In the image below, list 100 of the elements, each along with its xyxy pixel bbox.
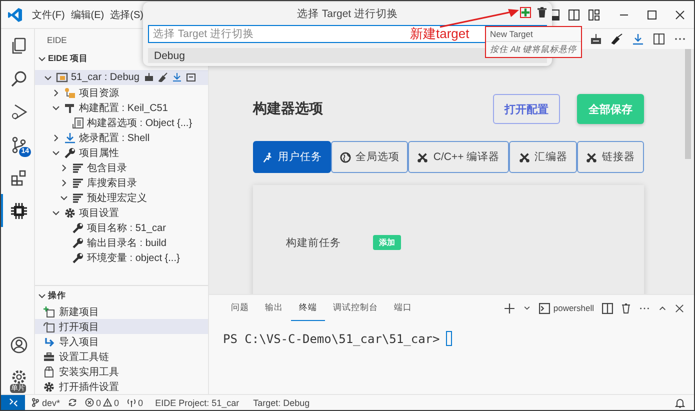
resources-icon (64, 86, 76, 98)
source-control-icon[interactable] (10, 136, 28, 154)
action-item[interactable]: 安装实用工具 (35, 364, 208, 379)
tree-item[interactable]: 项目名称 : 51_car (35, 220, 208, 235)
running-figure-icon (262, 152, 273, 162)
panel-tab[interactable]: 调试控制台 (325, 295, 386, 321)
terminal-icon (539, 302, 550, 314)
wrench-icon (72, 236, 84, 248)
plus-icon (521, 8, 530, 17)
menu-item[interactable]: 编辑(E) (68, 8, 108, 22)
terminal-profile[interactable]: powershell (539, 302, 594, 314)
ports-status[interactable]: 0 (127, 398, 144, 408)
files-icon[interactable] (10, 36, 28, 54)
remote-button[interactable] (1, 395, 25, 410)
annotation-label: 新建target (410, 25, 470, 43)
menu-item[interactable]: 文件(F) (29, 8, 68, 22)
clean-icon[interactable] (611, 33, 623, 45)
section-title[interactable]: 操作 (48, 290, 66, 302)
panel-tab[interactable]: 端口 (386, 295, 420, 321)
tools-icon (417, 152, 428, 162)
gear-icon (64, 206, 76, 218)
tree-item[interactable]: 51_car : Debug (35, 70, 208, 85)
sidebar-title: EIDE (47, 35, 67, 45)
problems-status[interactable]: 0 0 (85, 398, 120, 408)
wrench-icon (72, 222, 84, 234)
panel-tab[interactable]: 问题 (223, 295, 257, 321)
sync-icon[interactable] (68, 398, 78, 407)
search-icon[interactable] (10, 70, 28, 88)
tools-icon (518, 152, 530, 162)
bell-icon[interactable] (675, 398, 685, 408)
tooltip-title: New Target (489, 28, 534, 41)
panel-tab[interactable]: 终端 (291, 295, 325, 321)
extensions-icon[interactable] (10, 168, 28, 186)
picker-title: 选择 Target 进行切换 (296, 6, 398, 20)
menu-item[interactable]: 选择(S) (107, 8, 146, 22)
tab[interactable]: 汇编器 (509, 141, 577, 173)
status-item[interactable]: Target: Debug (253, 398, 310, 408)
chevron-down-icon[interactable] (523, 304, 532, 312)
tree-item[interactable]: 项目资源 (35, 85, 208, 100)
download-icon[interactable] (172, 72, 182, 82)
split-editor-icon[interactable] (653, 33, 665, 45)
run-debug-icon[interactable] (10, 102, 28, 120)
tree-item[interactable]: 包含目录 (35, 160, 208, 175)
lines-icon (72, 162, 84, 174)
warning-icon (103, 398, 112, 407)
tab[interactable]: 用户任务 (253, 141, 331, 173)
branch-status[interactable]: dev* (31, 398, 60, 408)
status-item[interactable]: EIDE Project: 51_car (155, 398, 240, 408)
action-item[interactable]: 新建项目 (35, 304, 208, 319)
trash-icon[interactable] (621, 302, 631, 314)
action-item[interactable]: 打开插件设置 (35, 379, 208, 394)
tree-item[interactable]: 库搜索目录 (35, 175, 208, 190)
text-cursor (446, 331, 452, 346)
toolbox-icon (43, 350, 55, 362)
download-icon[interactable] (632, 33, 644, 45)
tab[interactable]: 全局选项 (331, 141, 408, 173)
remote-icon (8, 398, 18, 407)
tree-item[interactable]: 项目设置 (35, 205, 208, 220)
tree-item[interactable]: 输出目录名 : build (35, 235, 208, 250)
antenna-icon (127, 398, 136, 407)
panel-tab[interactable]: 输出 (257, 295, 291, 321)
tree-item[interactable]: 项目属性 (35, 145, 208, 160)
import-arrow-icon (43, 336, 55, 348)
customize-layout-icon[interactable] (588, 8, 600, 20)
tree-item[interactable]: 构建配置 : Keil_C51 (35, 100, 208, 115)
open-config-button[interactable]: 打开配置 (493, 94, 560, 124)
tree-item[interactable]: 烧录配置 : Shell (35, 130, 208, 145)
account-icon[interactable] (10, 336, 28, 354)
split-layout-icon[interactable] (568, 8, 580, 20)
open-project-icon (43, 320, 55, 332)
tab[interactable]: C/C++ 编译器 (408, 141, 509, 173)
new-target-button[interactable] (520, 7, 531, 18)
document-icon (72, 116, 84, 128)
tree-item[interactable]: 预处理宏定义 (35, 190, 208, 205)
tree-item[interactable]: 环境变量 : object {...} (35, 250, 208, 265)
section-title[interactable]: EIDE 项目 (48, 53, 88, 65)
new-project-icon (43, 306, 55, 318)
tooltip-hint: 按住 Alt 键将鼠标悬停 (486, 41, 581, 58)
lines-icon (72, 192, 84, 204)
project-icon (56, 72, 68, 84)
action-item[interactable]: 导入项目 (35, 334, 208, 349)
split-terminal-icon[interactable] (602, 302, 613, 314)
lines-icon (72, 176, 84, 188)
download-icon (64, 132, 76, 144)
clean-icon[interactable] (158, 72, 168, 82)
wrench-icon (64, 146, 76, 158)
globe-icon (340, 152, 350, 162)
tree-item[interactable]: 构建器选项 : Object {...} (35, 115, 208, 130)
page-heading: 构建器选项 (253, 100, 324, 118)
close-icon[interactable] (675, 304, 684, 312)
trash-icon[interactable] (537, 7, 547, 18)
maximize-icon[interactable] (647, 10, 657, 20)
close-icon[interactable] (675, 10, 685, 20)
package-icon (43, 366, 55, 378)
chip-icon[interactable] (10, 202, 28, 220)
tab[interactable]: 链接器 (577, 141, 644, 173)
action-item[interactable]: 打开项目 (35, 319, 208, 334)
action-item[interactable]: 设置工具链 (35, 349, 208, 364)
tools-icon (586, 152, 597, 162)
plus-icon[interactable] (504, 302, 516, 314)
